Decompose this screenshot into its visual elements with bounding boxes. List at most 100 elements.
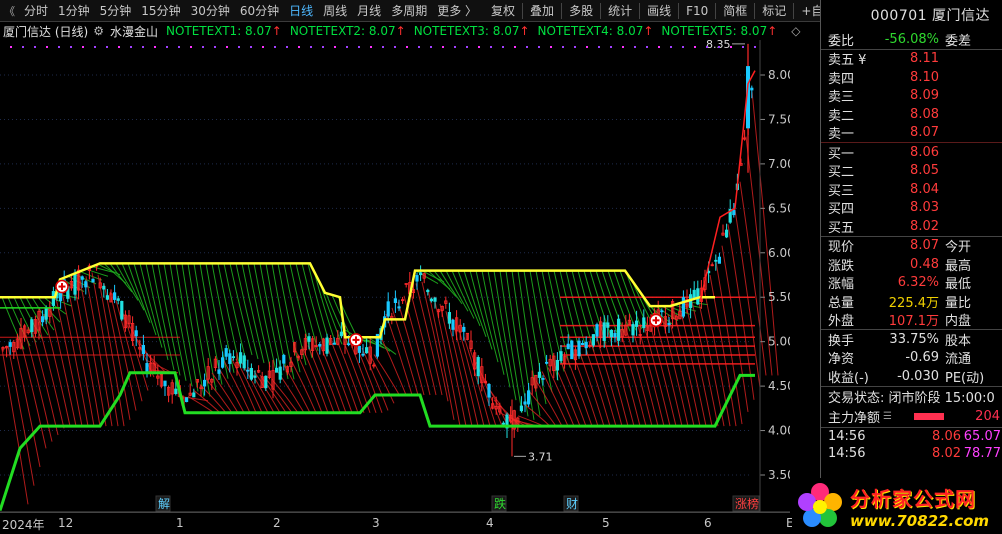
toolbar-divider: [715, 2, 717, 19]
row-value: 0.48: [910, 256, 939, 272]
signal-dot: [166, 46, 168, 48]
note-text-1: NOTETEXT1: 8.07: [165, 24, 272, 38]
tick-price: 8.06: [932, 428, 961, 444]
tool-button-5[interactable]: F10: [681, 0, 713, 21]
row-label: 换手: [828, 333, 855, 349]
candle-body: [242, 355, 246, 369]
signal-dot: [214, 46, 216, 48]
signal-dot: [430, 46, 432, 48]
candle-body: [163, 380, 167, 387]
candle-body: [80, 276, 84, 280]
candle-body: [141, 345, 145, 355]
toolbar-divider: [522, 2, 524, 19]
period-tab-7[interactable]: 周线: [318, 0, 352, 21]
tool-button-3[interactable]: 统计: [603, 0, 637, 21]
gear-icon[interactable]: ⚙: [93, 24, 104, 38]
watermark-logo: 分析家公式网 www.70822.com: [792, 478, 1002, 534]
y-tick-label: 6.00: [768, 246, 790, 260]
red-stripe: [385, 313, 413, 396]
candle-body: [393, 298, 398, 303]
indicator-info-bar: 厦门信达 (日线) ⚙ 水漫金山 NOTETEXT1: 8.07↑ NOTETEX…: [0, 22, 801, 40]
period-tab-8[interactable]: 月线: [352, 0, 386, 21]
row-label-2: 股本: [945, 333, 972, 349]
signal-dot: [118, 46, 120, 48]
up-arrow-icon: ↑: [395, 24, 406, 38]
candle-body: [84, 281, 88, 288]
green-stripe: [193, 263, 217, 391]
row-value: 8.06: [910, 144, 939, 160]
row-label-2: 流通: [945, 352, 972, 368]
diamond-icon[interactable]: ◇: [791, 24, 800, 38]
signal-dot: [34, 46, 36, 48]
signal-dot: [454, 46, 456, 48]
candle-body: [253, 375, 257, 378]
candle-body: [631, 324, 635, 336]
tool-button-6[interactable]: 简框: [718, 0, 752, 21]
red-stripe: [391, 307, 419, 396]
candle-body: [51, 291, 56, 306]
period-tab-4[interactable]: 30分钟: [186, 0, 235, 21]
candle-body: [346, 343, 351, 346]
signal-dot: [502, 46, 504, 48]
green-stripe: [241, 263, 265, 364]
candle-body: [220, 357, 225, 368]
period-tab-0[interactable]: 分时: [19, 0, 53, 21]
signal-dot: [514, 46, 516, 48]
period-tab-9[interactable]: 多周期: [386, 0, 432, 21]
row-label: 卖二: [828, 108, 855, 124]
period-tab-5[interactable]: 60分钟: [235, 0, 284, 21]
candle-body: [595, 324, 599, 337]
green-stripe: [487, 270, 511, 388]
kline-chart[interactable]: 8.00 7.50 7.00 6.50 6.00 5.50 5.00 4.50 4.00 3.50…: [0, 40, 790, 512]
signal-dot: [130, 46, 132, 48]
row-label: 净资: [828, 352, 855, 368]
tool-button-0[interactable]: 复权: [486, 0, 520, 21]
signal-dot: [298, 46, 300, 48]
tick-time: 14:56: [828, 445, 866, 461]
period-tab-6[interactable]: 日线: [284, 0, 318, 21]
candle-body: [642, 317, 646, 329]
candle-body: [228, 353, 232, 364]
candle-body: [714, 259, 718, 262]
row-label: 外盘: [828, 314, 855, 330]
stock-period-label[interactable]: 厦门信达 (日线): [0, 23, 88, 40]
candle-body: [224, 348, 228, 357]
list-icon[interactable]: ☰: [883, 411, 892, 422]
signal-dot: [418, 46, 420, 48]
row-label-2: 最低: [945, 277, 972, 293]
candle-body: [264, 375, 268, 389]
candle-body: [307, 336, 311, 342]
green-stripe: [157, 263, 181, 376]
candle-body: [433, 297, 437, 302]
candle-body: [30, 319, 34, 332]
candle-body: [192, 392, 196, 398]
period-tab-10[interactable]: 更多 〉: [432, 0, 482, 21]
tool-button-7[interactable]: 标记: [757, 0, 791, 21]
signal-dot: [94, 46, 96, 48]
red-stripe: [55, 298, 83, 427]
tool-button-4[interactable]: 画线: [642, 0, 676, 21]
signal-dot: [310, 46, 312, 48]
period-tab-1[interactable]: 1分钟: [53, 0, 95, 21]
candle-body: [581, 342, 585, 346]
row-label: 涨幅: [828, 277, 855, 293]
main-flow-value: 204: [975, 409, 1000, 424]
signal-dot: [550, 46, 552, 48]
signal-dot: [694, 46, 696, 48]
signal-dot: [346, 46, 348, 48]
period-tab-2[interactable]: 5分钟: [95, 0, 137, 21]
up-arrow-icon: ↑: [767, 24, 778, 38]
tick-vol: 78.77: [963, 445, 1001, 461]
period-tab-3[interactable]: 15分钟: [136, 0, 185, 21]
candle-body: [476, 357, 480, 377]
up-arrow-icon: ↑: [271, 24, 282, 38]
tool-button-1[interactable]: 叠加: [525, 0, 559, 21]
y-tick-label: 7.50: [768, 112, 790, 126]
quote-row: 净资 -0.69 流通: [821, 349, 1002, 368]
prev-nav-icon[interactable]: 《: [0, 0, 19, 21]
quote-row: 买三 8.04: [821, 180, 1002, 199]
tool-button-2[interactable]: 多股: [564, 0, 598, 21]
formula-name[interactable]: 水漫金山: [110, 23, 158, 40]
row-label: 收益(-): [828, 370, 869, 386]
quote-stats: 现价 8.07 今开 涨跌 0.48 最高 涨幅 6.32% 最低 总量 225.4万 量比 外盘 107…: [821, 237, 1002, 330]
